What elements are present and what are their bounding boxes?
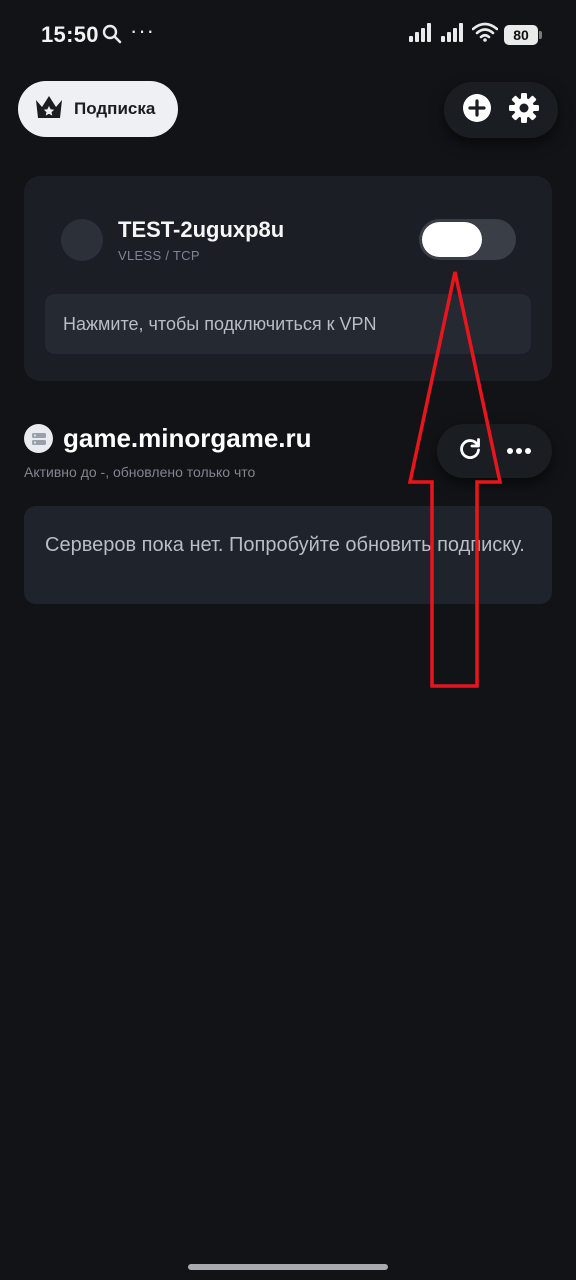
home-indicator[interactable] xyxy=(188,1264,388,1270)
vpn-toggle[interactable] xyxy=(419,219,516,260)
more-horizontal-icon[interactable] xyxy=(506,442,532,460)
subscription-meta: Активно до -, обновлено только что xyxy=(24,464,256,480)
wifi-icon xyxy=(471,22,499,47)
gear-icon[interactable] xyxy=(508,92,540,129)
status-indicators: 80 xyxy=(408,22,542,47)
subscription-button-label: Подписка xyxy=(74,99,156,118)
empty-servers-card: Серверов пока нет. Попробуйте обновить п… xyxy=(24,506,552,604)
header-actions xyxy=(444,82,558,138)
more-dots-icon: ··· xyxy=(130,18,155,43)
empty-servers-text: Серверов пока нет. Попробуйте обновить п… xyxy=(45,534,525,556)
profile-avatar xyxy=(61,219,103,261)
plus-circle-icon[interactable] xyxy=(462,93,492,128)
status-bar: 15:50 ··· 80 xyxy=(0,0,576,70)
connect-hint-text: Нажмите, чтобы подключиться к VPN xyxy=(63,313,377,334)
crown-icon xyxy=(34,94,64,125)
connect-hint[interactable]: Нажмите, чтобы подключиться к VPN xyxy=(45,294,531,354)
server-icon xyxy=(24,424,53,453)
status-time: 15:50 xyxy=(41,22,99,47)
profile-name: TEST-2uguxp8u xyxy=(118,217,285,242)
subscription-domain: game.minorgame.ru xyxy=(63,423,312,453)
battery-icon: 80 xyxy=(504,24,542,45)
profile-protocol: VLESS / TCP xyxy=(118,248,200,263)
toggle-knob xyxy=(422,222,482,257)
subscription-button[interactable]: Подписка xyxy=(18,81,178,137)
signal-icon xyxy=(408,22,434,47)
signal-icon xyxy=(440,22,466,47)
refresh-icon[interactable] xyxy=(457,436,483,467)
connection-card: TEST-2uguxp8u VLESS / TCP Нажмите, чтобы… xyxy=(24,176,552,381)
subscription-actions xyxy=(437,424,552,478)
search-icon xyxy=(102,24,122,49)
